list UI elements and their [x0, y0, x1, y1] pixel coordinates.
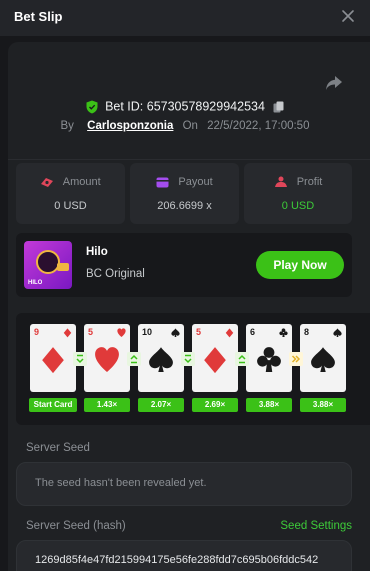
payout-label: Payout — [178, 176, 213, 188]
spade-small-icon — [171, 328, 180, 337]
spade-icon — [149, 347, 173, 372]
hilo-character-icon — [36, 250, 60, 274]
payout-value: 206.6699 x — [157, 200, 212, 212]
card-rank: 10 — [142, 327, 153, 337]
share-icon[interactable] — [324, 74, 344, 92]
payout-label-row: Payout — [130, 176, 239, 188]
playing-card: 5 — [84, 324, 130, 392]
thumbnail-badge — [57, 263, 69, 271]
card-rank: 5 — [88, 327, 94, 337]
server-seed-label: Server Seed — [26, 442, 90, 454]
lower-icon — [73, 352, 87, 366]
playing-card: 9 — [30, 324, 76, 392]
amount-icon — [41, 178, 54, 188]
bet-datetime: 22/5/2022, 17:00:50 — [207, 120, 310, 132]
payout-stat: Payout 206.6699 x — [130, 163, 239, 224]
amount-stat: Amount 0 USD — [16, 163, 125, 224]
playing-card: 6 — [246, 324, 292, 392]
skip-icon — [289, 352, 303, 366]
bet-slip-title: Bet Slip — [14, 9, 63, 24]
by-label: By — [60, 120, 74, 132]
playing-card: 5 — [192, 324, 238, 392]
amount-label-row: Amount — [16, 176, 125, 188]
diamond-icon — [204, 347, 226, 374]
multiplier-tag: 2.07× — [138, 398, 184, 412]
bet-id-text: Bet ID: 65730578929942534 — [105, 99, 265, 114]
profit-value: 0 USD — [281, 200, 315, 212]
heart-icon — [95, 347, 119, 372]
profit-label: Profit — [296, 176, 323, 188]
bet-meta-row: By Carlosponzonia On 22/5/2022, 17:00:50 — [8, 120, 362, 132]
thumbnail-label: HILO — [28, 280, 43, 286]
server-seed-text: The seed hasn't been revealed yet. — [35, 477, 207, 489]
diamond-small-icon — [225, 328, 234, 338]
higher-icon — [127, 352, 141, 366]
divider — [8, 159, 370, 160]
bet-slip-panel: Bet ID: 65730578929942534 By Carlosponzo… — [8, 42, 370, 571]
user-link[interactable]: Carlosponzonia — [87, 120, 173, 132]
on-label: On — [182, 120, 198, 132]
multiplier-tag: 3.88× — [300, 398, 346, 412]
multiplier-tag: 3.88× — [246, 398, 292, 412]
hilo-game-thumbnail[interactable]: HILO — [24, 241, 72, 289]
profit-label-row: Profit — [244, 176, 352, 188]
card-rank: 6 — [250, 327, 256, 337]
seed-settings-link[interactable]: Seed Settings — [280, 520, 352, 532]
copy-icon[interactable] — [273, 101, 284, 113]
higher-icon — [235, 352, 249, 366]
multiplier-tag: 2.69× — [192, 398, 238, 412]
amount-value: 0 USD — [54, 200, 87, 212]
diamond-small-icon — [63, 328, 72, 338]
heart-small-icon — [117, 328, 126, 337]
card-rank: 5 — [196, 327, 202, 337]
play-now-button[interactable]: Play Now — [256, 251, 344, 279]
verified-shield-icon — [86, 100, 98, 114]
card-rank: 8 — [304, 327, 310, 337]
club-icon — [257, 347, 281, 372]
club-small-icon — [279, 328, 288, 337]
diamond-icon — [42, 347, 64, 374]
close-icon[interactable] — [340, 8, 356, 24]
game-subtitle: BC Original — [86, 268, 145, 280]
playing-card: 10 — [138, 324, 184, 392]
server-seed-hash-box[interactable]: 1269d85f4e47fd215994175e56fe288fdd7c695b… — [16, 540, 352, 571]
game-card: HILO Hilo BC Original Play Now — [16, 233, 352, 297]
bet-id-row: Bet ID: 65730578929942534 — [8, 99, 362, 114]
multiplier-tag: Start Card — [29, 398, 77, 412]
server-seed-box: The seed hasn't been revealed yet. — [16, 462, 352, 506]
server-seed-hash-value: 1269d85f4e47fd215994175e56fe288fdd7c695b… — [35, 554, 319, 566]
cards-history: 9 5 10 5 6 8 Start Card 1.43× 2.07× 2.69× 3.88× 3.8… — [16, 313, 370, 425]
server-seed-hash-label: Server Seed (hash) — [26, 520, 126, 532]
header-bar: Bet Slip — [0, 0, 370, 36]
game-name: Hilo — [86, 246, 108, 258]
profit-stat: Profit 0 USD — [244, 163, 352, 224]
spade-small-icon — [333, 328, 342, 337]
payout-icon — [156, 177, 169, 188]
spade-icon — [311, 347, 335, 372]
amount-label: Amount — [62, 176, 101, 188]
playing-card: 8 — [300, 324, 346, 392]
profit-icon — [274, 176, 287, 188]
card-rank: 9 — [34, 327, 40, 337]
lower-icon — [181, 352, 195, 366]
multiplier-tag: 1.43× — [84, 398, 130, 412]
